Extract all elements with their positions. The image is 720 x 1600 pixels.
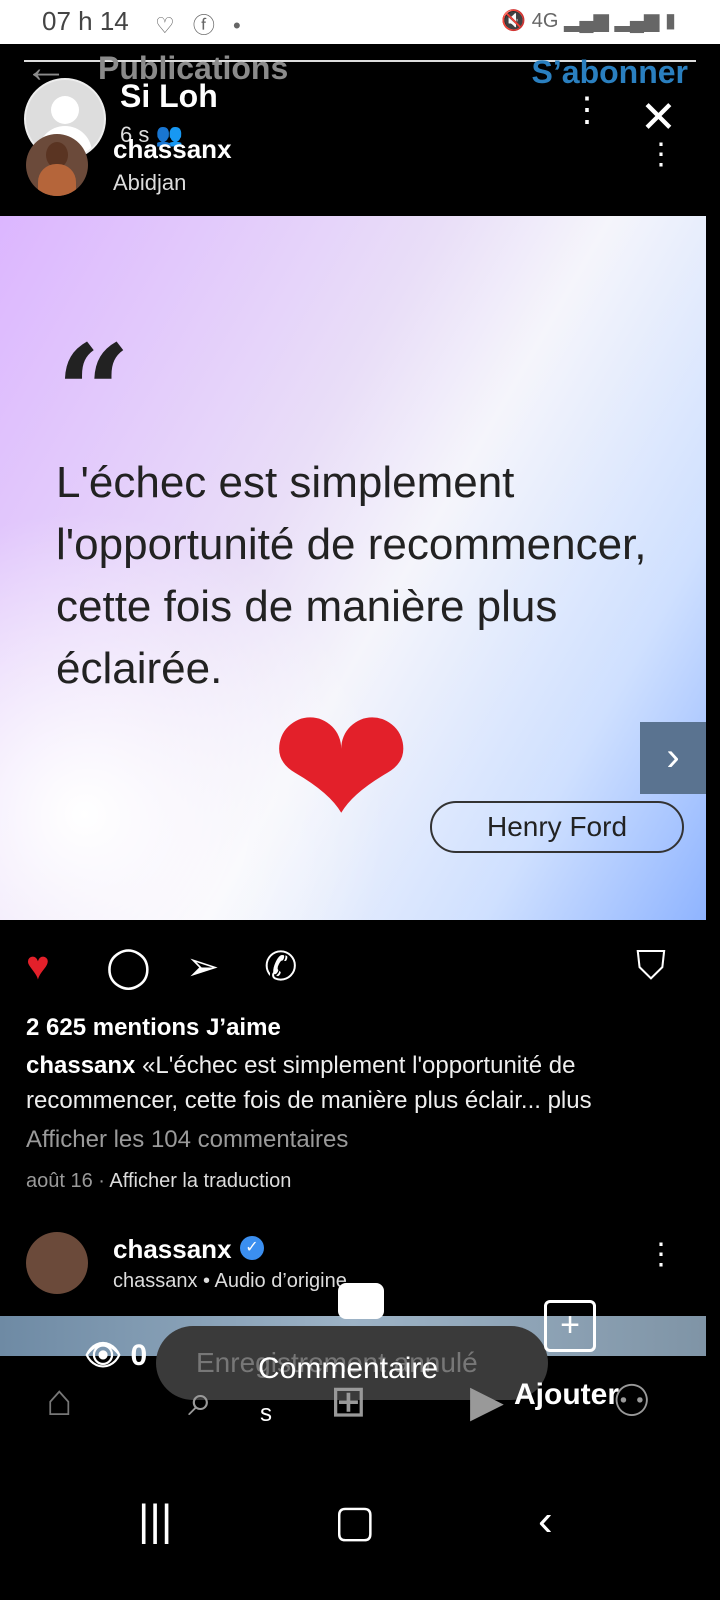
status-bar: 07 h 14 ♡ ⓕ • 🔇 4G ▂▄▆ ▂▄▆ ▮ <box>0 0 720 44</box>
post2-username[interactable]: chassanx <box>113 1234 232 1265</box>
post-location[interactable]: Abidjan <box>113 170 186 196</box>
post-date: août 16 <box>26 1170 93 1192</box>
avatar-suit-shape <box>38 164 76 196</box>
verified-badge-icon: ✓ <box>240 1236 264 1260</box>
reels-icon[interactable]: ▶ <box>470 1376 504 1427</box>
share-icon[interactable]: ➢ <box>186 944 220 990</box>
likes-count[interactable]: 2 625 mentions J’aime <box>26 1014 281 1042</box>
profile-icon[interactable]: ⚇ <box>612 1376 651 1427</box>
heart-reaction-icon: ❤ <box>270 674 413 864</box>
caption-username[interactable]: chassanx <box>26 1052 135 1079</box>
whatsapp-icon[interactable]: ✆ <box>264 944 298 990</box>
close-icon[interactable]: ✕ <box>640 92 677 143</box>
like-heart-icon[interactable]: ♥ <box>26 944 50 989</box>
post-avatar[interactable] <box>26 134 88 196</box>
post-more-icon[interactable]: ⋮ <box>646 140 676 170</box>
post-caption[interactable]: chassanx «L'échec est simplement l'oppor… <box>26 1048 696 1118</box>
comment-icon[interactable]: ◯ <box>106 944 151 990</box>
status-time: 07 h 14 <box>42 6 129 36</box>
post-image[interactable]: “ L'échec est simplement l'opportunité d… <box>0 216 706 920</box>
bookmark-icon[interactable]: ⛉ <box>636 944 666 989</box>
quote-author: Henry Ford <box>430 801 684 853</box>
quote-text: L'échec est simplement l'opportunité de … <box>56 458 647 693</box>
overlay-user-name[interactable]: Si Loh <box>120 78 218 115</box>
comment-bubble-icon[interactable] <box>338 1283 384 1319</box>
next-image-button[interactable]: › <box>640 722 706 794</box>
overlay-more-icon[interactable]: ⋮ <box>570 93 604 127</box>
home-icon[interactable]: ⌂ <box>46 1376 73 1426</box>
system-back-icon[interactable]: ‹ <box>538 1496 553 1546</box>
bottom-nav: ⌂ ⌕ ⊞ ▶ ⚇ <box>0 1376 720 1440</box>
post-username[interactable]: chassanx <box>113 134 232 165</box>
status-notification-icons: ♡ ⓕ • <box>155 13 247 38</box>
status-system-icons: 🔇 4G ▂▄▆ ▂▄▆ ▮ <box>501 10 676 32</box>
eye-icon: 👁 <box>84 1339 123 1372</box>
home-button-icon[interactable]: ▢ <box>334 1496 376 1547</box>
views-count: 👁 0 <box>84 1338 147 1373</box>
recent-apps-icon[interactable]: ||| <box>138 1496 172 1546</box>
avatar-head-shape <box>51 96 79 124</box>
post-meta: août 16 · Afficher la traduction <box>26 1170 292 1192</box>
view-comments-link[interactable]: Afficher les 104 commentaires <box>26 1126 348 1154</box>
quote-mark-icon: “ <box>56 316 131 469</box>
add-icon[interactable]: + <box>544 1300 596 1352</box>
post2-audio[interactable]: chassanx • Audio d’origine <box>113 1270 347 1293</box>
translate-link[interactable]: Afficher la traduction <box>109 1170 291 1192</box>
views-value: 0 <box>130 1339 148 1372</box>
post2-avatar[interactable] <box>26 1232 88 1294</box>
subscribe-button[interactable]: S’abonner <box>532 54 688 91</box>
search-icon[interactable]: ⌕ <box>188 1376 213 1426</box>
create-post-icon[interactable]: ⊞ <box>330 1376 367 1427</box>
post2-more-icon[interactable]: ⋮ <box>646 1240 676 1270</box>
